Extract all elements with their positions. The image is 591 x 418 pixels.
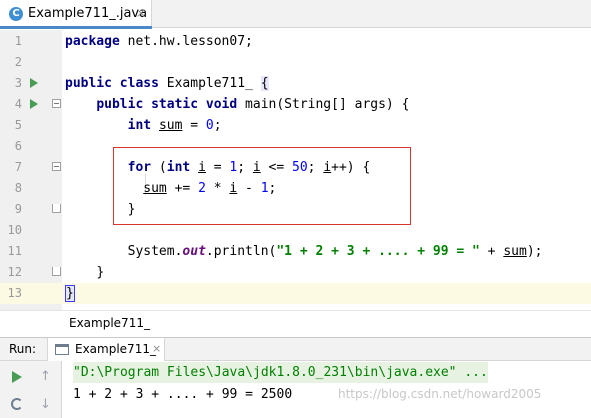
console-icon [55, 344, 69, 355]
active-tab-indicator [0, 26, 152, 29]
line-number: 1 [14, 34, 22, 48]
line-number: 3 [14, 76, 22, 90]
editor-tab-label: Example711_.java [28, 6, 148, 21]
code-line-13: } [65, 285, 75, 302]
watermark-text: https://blog.csdn.net/howard2005 [338, 387, 542, 401]
rerun-icon[interactable] [12, 371, 22, 383]
run-panel-title: Run: [9, 342, 37, 356]
code-line-3: public class Example711_ { [65, 76, 269, 91]
line-number: 7 [14, 160, 22, 174]
run-tab-label: Example711_ [75, 342, 156, 356]
line-number: 8 [14, 181, 22, 195]
line-number: 13 [7, 286, 22, 300]
line-number: 5 [14, 118, 22, 132]
line-number: 9 [14, 202, 22, 216]
run-main-icon[interactable] [30, 99, 38, 109]
code-line-8: sum += 2 * i - 1; [143, 181, 277, 196]
line-number: 10 [7, 223, 22, 237]
code-line-1: package net.hw.lesson07; [65, 34, 253, 49]
breadcrumb: Example711_ [0, 310, 591, 336]
line-number: 12 [7, 265, 22, 279]
run-config-tab[interactable]: Example711_ × [47, 338, 165, 361]
editor-tab[interactable]: C Example711_.java × [0, 0, 152, 29]
caret-line-highlight [0, 283, 591, 304]
fold-icon[interactable] [52, 162, 61, 171]
code-line-4: public static void main(String[] args) { [96, 97, 410, 112]
fold-icon[interactable] [52, 99, 61, 108]
code-line-5: int sum = 0; [127, 118, 222, 133]
java-class-icon: C [9, 7, 23, 21]
close-icon[interactable]: × [136, 6, 146, 20]
fold-end-icon[interactable] [52, 267, 61, 276]
line-number: 4 [14, 97, 22, 111]
arrow-down-icon[interactable]: ↓ [40, 398, 51, 412]
run-toolbar: ↑ ↓ [0, 361, 62, 418]
run-class-icon[interactable] [30, 78, 38, 88]
breadcrumb-item[interactable]: Example711_ [69, 316, 150, 330]
code-line-9: } [127, 202, 136, 217]
line-number: 11 [7, 244, 22, 258]
line-number: 2 [14, 55, 22, 69]
console-result-line: 1 + 2 + 3 + .... + 99 = 2500 [73, 387, 293, 402]
editor-tab-bar: C Example711_.java × [0, 0, 591, 29]
console-command-line: "D:\Program Files\Java\jdk1.8.0_231\bin\… [73, 362, 488, 383]
run-panel-header: Run: Example711_ × [0, 337, 591, 361]
fold-end-icon[interactable] [52, 204, 61, 213]
close-icon[interactable]: × [152, 342, 161, 355]
code-line-12: } [96, 265, 105, 280]
code-line-11: System.out.println("1 + 2 + 3 + .... + 9… [127, 244, 543, 259]
code-line-7: for (int i = 1; i <= 50; i++) { [127, 160, 371, 175]
line-number: 6 [14, 139, 22, 153]
arrow-up-icon[interactable]: ↑ [40, 370, 51, 384]
wrench-icon[interactable] [11, 398, 23, 410]
